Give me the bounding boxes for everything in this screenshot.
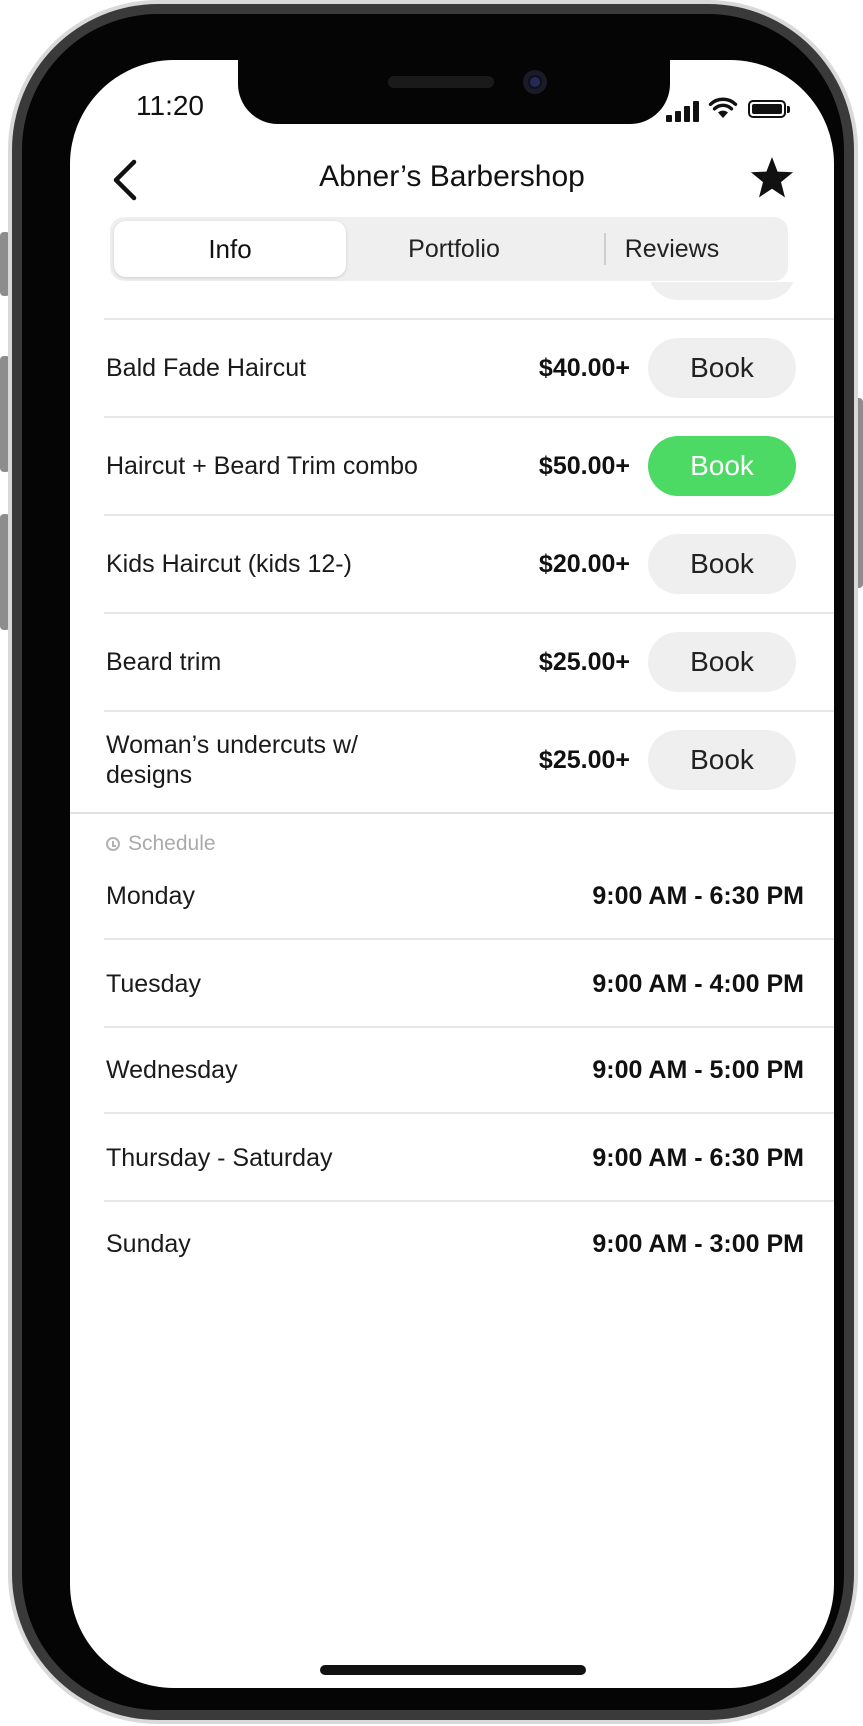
front-camera [523, 70, 547, 94]
tab-bar: Info Portfolio Reviews [110, 217, 788, 281]
schedule-row: Sunday 9:00 AM - 3:00 PM [104, 1196, 834, 1292]
schedule-hours: 9:00 AM - 6:30 PM [592, 1144, 804, 1172]
service-row: Bald Fade Haircut $40.00+ Book [104, 320, 834, 416]
status-time: 11:20 [136, 90, 204, 121]
phone-frame: 11:20 Abner’s Barbershop Info Portfolio … [8, 0, 858, 1724]
battery-tip [787, 106, 790, 113]
schedule-hours: 9:00 AM - 5:00 PM [592, 1056, 804, 1084]
home-indicator[interactable] [320, 1665, 586, 1675]
schedule-hours: 9:00 AM - 4:00 PM [592, 970, 804, 998]
service-row: Haircut + Beard Trim combo $50.00+ Book [104, 418, 834, 514]
schedule-day: Thursday - Saturday [106, 1144, 333, 1172]
schedule-row: Wednesday 9:00 AM - 5:00 PM [104, 1022, 834, 1118]
schedule-row: Tuesday 9:00 AM - 4:00 PM [104, 936, 834, 1032]
service-row: Classic Fade Haircut $35.00+ Book [104, 282, 834, 318]
book-button-selected[interactable]: Book [648, 436, 796, 496]
schedule-day: Tuesday [106, 970, 201, 998]
section-divider [70, 812, 834, 814]
earpiece-speaker [388, 76, 494, 88]
schedule-day: Wednesday [106, 1056, 238, 1084]
tab-reviews[interactable]: Reviews [572, 217, 772, 281]
service-price: $35.00+ [539, 282, 630, 318]
service-name: Haircut + Beard Trim combo [106, 452, 418, 480]
book-button[interactable]: Book [648, 282, 796, 300]
service-name: Classic Fade Haircut [106, 282, 456, 318]
notch [238, 60, 670, 124]
service-row: Woman’s undercuts w/ designs $25.00+ Boo… [104, 712, 834, 808]
tab-info[interactable]: Info [114, 221, 346, 277]
schedule-row: Monday 9:00 AM - 6:30 PM [104, 848, 834, 944]
schedule-day: Monday [106, 882, 195, 910]
service-price: $20.00+ [538, 550, 630, 578]
phone-bezel: 11:20 Abner’s Barbershop Info Portfolio … [12, 4, 854, 1720]
wifi-icon [708, 97, 738, 118]
phone-bezel-inner: 11:20 Abner’s Barbershop Info Portfolio … [22, 14, 844, 1710]
phone-screen: 11:20 Abner’s Barbershop Info Portfolio … [70, 60, 834, 1688]
service-row: Kids Haircut (kids 12-) $20.00+ Book [104, 516, 834, 612]
tab-portfolio[interactable]: Portfolio [354, 217, 554, 281]
book-button[interactable]: Book [648, 534, 796, 594]
service-name: Beard trim [106, 648, 222, 676]
book-button[interactable]: Book [648, 632, 796, 692]
service-price: $50.00+ [538, 452, 630, 480]
service-name: Woman’s undercuts w/ designs [106, 731, 358, 789]
page-title: Abner’s Barbershop [319, 160, 585, 193]
cellular-signal-icon [666, 100, 700, 122]
service-price: $40.00+ [538, 354, 630, 382]
service-price: $25.00+ [538, 648, 630, 676]
service-price: $25.00+ [538, 746, 630, 774]
battery-icon [748, 100, 786, 118]
service-name: Bald Fade Haircut [106, 354, 307, 382]
book-button[interactable]: Book [648, 730, 796, 790]
favorite-button[interactable] [748, 154, 796, 202]
service-name: Kids Haircut (kids 12-) [106, 550, 352, 578]
book-button[interactable]: Book [648, 338, 796, 398]
star-icon [751, 157, 793, 198]
schedule-hours: 9:00 AM - 6:30 PM [592, 882, 804, 910]
schedule-day: Sunday [106, 1230, 191, 1258]
schedule-row: Thursday - Saturday 9:00 AM - 6:30 PM [104, 1110, 834, 1206]
schedule-hours: 9:00 AM - 3:00 PM [592, 1230, 804, 1258]
service-row: Beard trim $25.00+ Book [104, 614, 834, 710]
